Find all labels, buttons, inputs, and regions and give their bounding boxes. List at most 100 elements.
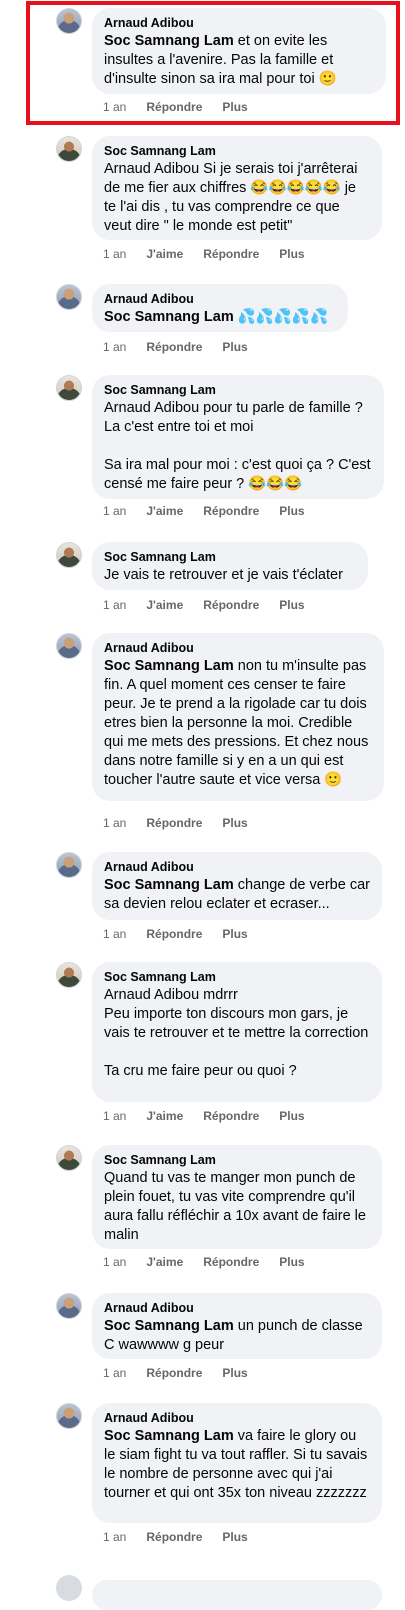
timestamp[interactable]: 1 an	[103, 816, 126, 830]
comment-bubble: Soc Samnang Lam Arnaud Adibou Si je serai…	[92, 136, 382, 240]
comment-body: 💦💦💦💦💦	[233, 309, 329, 325]
avatar[interactable]	[56, 1293, 82, 1319]
comment-text: Soc Samnang Lam change de verbe car sa d…	[104, 876, 370, 914]
like-button[interactable]: J'aime	[146, 247, 183, 261]
more-button[interactable]: Plus	[222, 927, 247, 941]
comment-bubble: Soc Samnang Lam Arnaud Adibou mdrrr Peu i…	[92, 962, 382, 1102]
comment-actions: 1 an Répondre Plus	[103, 340, 268, 354]
comment-bubble: Arnaud Adibou Soc Samnang Lam 💦💦💦💦💦	[92, 284, 348, 332]
like-button[interactable]: J'aime	[146, 1255, 183, 1269]
avatar[interactable]	[56, 542, 82, 568]
more-button[interactable]: Plus	[279, 1255, 304, 1269]
avatar[interactable]	[56, 284, 82, 310]
more-button[interactable]: Plus	[222, 340, 247, 354]
comment-bubble: Arnaud Adibou Soc Samnang Lam change de v…	[92, 852, 382, 920]
comment-text: Quand tu vas te manger mon punch de plei…	[104, 1169, 370, 1245]
comment-text: Soc Samnang Lam non tu m'insulte pas fin…	[104, 657, 372, 790]
mention-link[interactable]: Soc Samnang Lam	[104, 1428, 234, 1444]
avatar[interactable]	[56, 1575, 82, 1601]
comment-body: Arnaud Adibou Si je serais toi j'arrêter…	[104, 161, 362, 234]
avatar[interactable]	[56, 375, 82, 401]
comment-bubble: Arnaud Adibou Soc Samnang Lam va faire le…	[92, 1403, 382, 1523]
comment-body: non tu m'insulte pas fin. A quel moment …	[104, 658, 373, 788]
comment-bubble: Soc Samnang Lam Je vais te retrouver et j…	[92, 542, 368, 590]
comment-text: Arnaud Adibou mdrrr Peu importe ton disc…	[104, 986, 370, 1081]
mention-link[interactable]: Soc Samnang Lam	[104, 309, 234, 325]
avatar[interactable]	[56, 852, 82, 878]
reply-button[interactable]: Répondre	[146, 1530, 202, 1544]
reply-button[interactable]: Répondre	[203, 247, 259, 261]
comment-author[interactable]: Arnaud Adibou	[104, 1300, 370, 1316]
comment-actions: 1 an Répondre Plus	[103, 927, 268, 941]
reply-button[interactable]: Répondre	[146, 340, 202, 354]
more-button[interactable]: Plus	[222, 816, 247, 830]
comment-actions: 1 an J'aime Répondre Plus	[103, 504, 325, 518]
comment-actions: 1 an J'aime Répondre Plus	[103, 1109, 325, 1123]
comment-bubble: Soc Samnang Lam Arnaud Adibou pour tu par…	[92, 375, 384, 499]
mention-link[interactable]: Soc Samnang Lam	[104, 877, 234, 893]
more-button[interactable]: Plus	[279, 598, 304, 612]
comment-text: Soc Samnang Lam un punch de classe C waw…	[104, 1317, 370, 1355]
more-button[interactable]: Plus	[279, 247, 304, 261]
reply-button[interactable]: Répondre	[146, 1366, 202, 1380]
comment-bubble: Arnaud Adibou Soc Samnang Lam un punch de…	[92, 1293, 382, 1359]
timestamp[interactable]: 1 an	[103, 598, 126, 612]
reply-button[interactable]: Répondre	[203, 1255, 259, 1269]
comment-author[interactable]: Soc Samnang Lam	[104, 1152, 370, 1168]
timestamp[interactable]: 1 an	[103, 1366, 126, 1380]
timestamp[interactable]: 1 an	[103, 247, 126, 261]
comment-author[interactable]: Arnaud Adibou	[104, 640, 372, 656]
comment-actions: 1 an J'aime Répondre Plus	[103, 247, 325, 261]
more-button[interactable]: Plus	[279, 1109, 304, 1123]
comment-bubble: Soc Samnang Lam Quand tu vas te manger mo…	[92, 1145, 382, 1249]
comment-author[interactable]: Arnaud Adibou	[104, 1410, 370, 1426]
mention-link[interactable]: Soc Samnang Lam	[104, 1318, 234, 1334]
timestamp[interactable]: 1 an	[103, 927, 126, 941]
comment-body: Arnaud Adibou mdrrr Peu importe ton disc…	[104, 987, 369, 1079]
comment-author[interactable]: Soc Samnang Lam	[104, 143, 370, 159]
comment-actions: 1 an Répondre Plus	[103, 1530, 268, 1544]
comment-author[interactable]: Soc Samnang Lam	[104, 549, 356, 565]
avatar[interactable]	[56, 136, 82, 162]
comment-author[interactable]: Soc Samnang Lam	[104, 382, 372, 398]
more-button[interactable]: Plus	[222, 1366, 247, 1380]
comment-author[interactable]: Arnaud Adibou	[104, 291, 336, 307]
comment-text: Soc Samnang Lam 💦💦💦💦💦	[104, 308, 336, 327]
reply-button[interactable]: Répondre	[146, 927, 202, 941]
comment-text: Je vais te retrouver et je vais t'éclate…	[104, 566, 356, 585]
comment-body: Arnaud Adibou pour tu parle de famille ?…	[104, 400, 371, 492]
comment-actions: 1 an J'aime Répondre Plus	[103, 598, 325, 612]
avatar[interactable]	[56, 1403, 82, 1429]
avatar[interactable]	[56, 633, 82, 659]
reply-button[interactable]: Répondre	[203, 504, 259, 518]
comment-author[interactable]: Arnaud Adibou	[104, 859, 370, 875]
highlight-box	[26, 1, 400, 125]
more-button[interactable]: Plus	[222, 1530, 247, 1544]
comment-text: Arnaud Adibou pour tu parle de famille ?…	[104, 399, 372, 494]
comment-bubble	[92, 1580, 382, 1610]
more-button[interactable]: Plus	[279, 504, 304, 518]
comment-actions: 1 an Répondre Plus	[103, 1366, 268, 1380]
reply-button[interactable]: Répondre	[203, 598, 259, 612]
avatar[interactable]	[56, 962, 82, 988]
like-button[interactable]: J'aime	[146, 504, 183, 518]
comment-actions: 1 an Répondre Plus	[103, 816, 268, 830]
comment-text: Arnaud Adibou Si je serais toi j'arrêter…	[104, 160, 370, 236]
reply-button[interactable]: Répondre	[146, 816, 202, 830]
comment-bubble: Arnaud Adibou Soc Samnang Lam non tu m'in…	[92, 633, 384, 801]
like-button[interactable]: J'aime	[146, 1109, 183, 1123]
reply-button[interactable]: Répondre	[203, 1109, 259, 1123]
like-button[interactable]: J'aime	[146, 598, 183, 612]
timestamp[interactable]: 1 an	[103, 340, 126, 354]
comment-body: Je vais te retrouver et je vais t'éclate…	[104, 567, 343, 583]
comment-author[interactable]: Soc Samnang Lam	[104, 969, 370, 985]
mention-link[interactable]: Soc Samnang Lam	[104, 658, 234, 674]
comment-text: Soc Samnang Lam va faire le glory ou le …	[104, 1427, 370, 1503]
avatar[interactable]	[56, 1145, 82, 1171]
timestamp[interactable]: 1 an	[103, 1109, 126, 1123]
comment-actions: 1 an J'aime Répondre Plus	[103, 1255, 325, 1269]
timestamp[interactable]: 1 an	[103, 1530, 126, 1544]
timestamp[interactable]: 1 an	[103, 1255, 126, 1269]
timestamp[interactable]: 1 an	[103, 504, 126, 518]
comment-body: Quand tu vas te manger mon punch de plei…	[104, 1170, 370, 1243]
